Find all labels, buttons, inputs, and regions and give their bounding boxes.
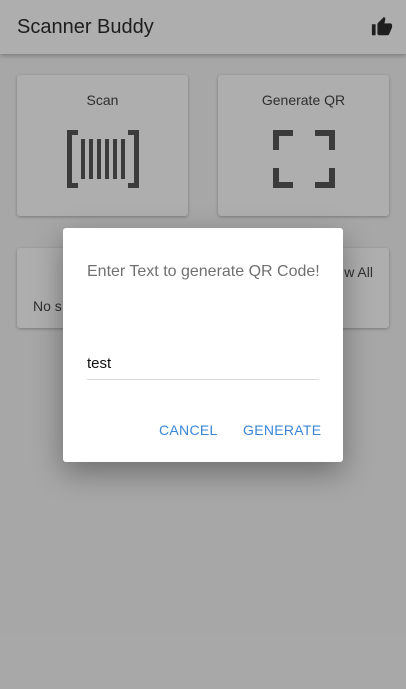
generate-qr-dialog: Enter Text to generate QR Code! CANCEL G… bbox=[63, 228, 343, 462]
qr-text-input[interactable] bbox=[87, 348, 319, 380]
generate-button[interactable]: GENERATE bbox=[243, 422, 321, 438]
cancel-button[interactable]: CANCEL bbox=[159, 422, 218, 438]
dialog-message: Enter Text to generate QR Code! bbox=[87, 263, 320, 280]
